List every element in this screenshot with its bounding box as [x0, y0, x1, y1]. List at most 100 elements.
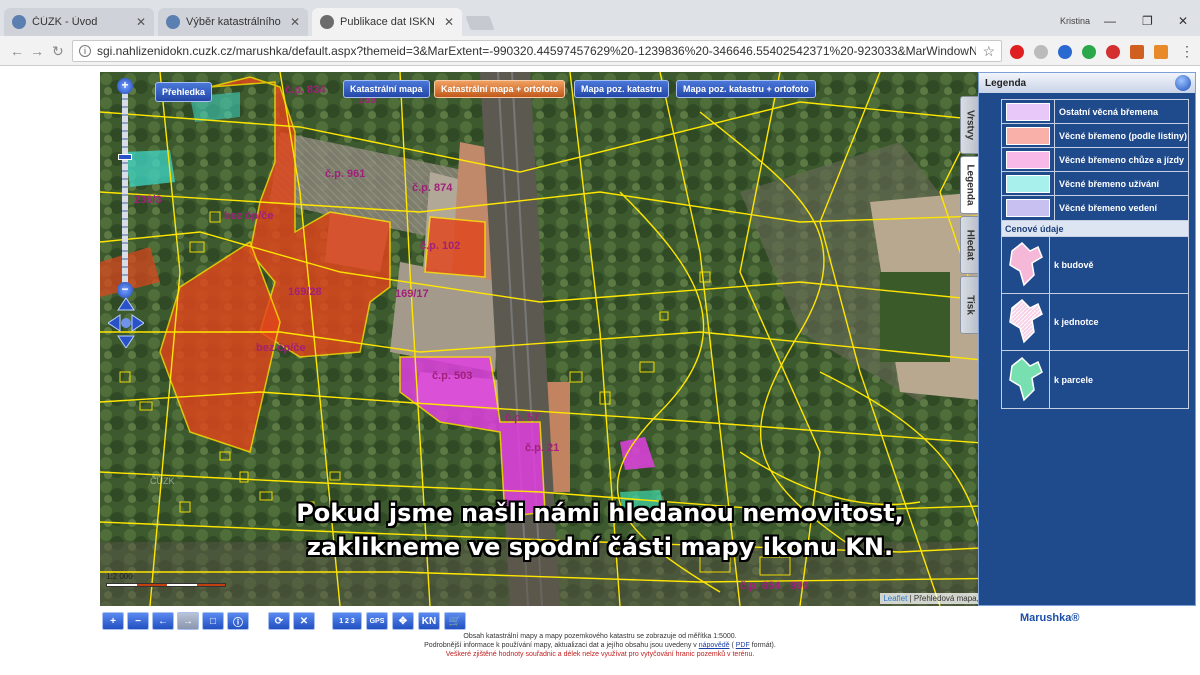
- close-tab-icon[interactable]: ✕: [444, 15, 454, 29]
- map-label: 169/28: [288, 286, 322, 298]
- close-window-icon[interactable]: ✕: [1178, 14, 1188, 28]
- scale-bar: 1:2 000: [106, 572, 226, 587]
- minimize-icon[interactable]: —: [1104, 14, 1116, 28]
- extension-icon[interactable]: [1034, 45, 1048, 59]
- map-watermark: ČÚZK: [150, 476, 175, 486]
- info-button[interactable]: ⓘ: [227, 612, 249, 630]
- panel-globe-icon[interactable]: [1175, 75, 1191, 91]
- leaflet-link[interactable]: Leaflet: [883, 594, 907, 603]
- layer-button-cadastral-ortho[interactable]: Katastrální mapa + ortofoto: [434, 80, 566, 98]
- footer-text: formát).: [751, 642, 776, 649]
- tab-print[interactable]: Tisk: [960, 276, 980, 334]
- help-link[interactable]: nápovědě: [699, 642, 730, 649]
- layer-button-cadastral-map[interactable]: Katastrální mapa: [343, 80, 430, 98]
- legend-swatch: [1006, 174, 1050, 193]
- tab-title: Výběr katastrálního úzer: [186, 16, 284, 28]
- price-section-title: Cenové údaje: [1001, 221, 1189, 237]
- layer-button-land-cadastre-ortho[interactable]: Mapa poz. katastru + ortofoto: [676, 80, 816, 98]
- zoom-handle[interactable]: [118, 154, 132, 160]
- menu-icon[interactable]: ⋮: [1180, 43, 1194, 60]
- tab-title: Publikace dat ISKN - 2s: [340, 16, 438, 28]
- unit-price-icon: [1002, 294, 1050, 350]
- grammarly-extension-icon[interactable]: [1082, 45, 1096, 59]
- legend-item: Věcné břemeno chůze a jízdy: [1002, 148, 1188, 172]
- play-extension-icon[interactable]: [1058, 45, 1072, 59]
- kn-button[interactable]: KN: [418, 612, 440, 630]
- footer-line-1: Obsah katastrální mapy a mapy pozemkovéh…: [463, 633, 737, 640]
- legend-swatch: [1006, 126, 1050, 145]
- price-item: k jednotce: [1002, 294, 1188, 351]
- bookmark-star-icon[interactable]: ☆: [982, 43, 1001, 60]
- maximize-icon[interactable]: ❐: [1142, 14, 1153, 28]
- tab-search[interactable]: Hledat: [960, 216, 980, 274]
- map-label: č.p. 102: [420, 240, 461, 252]
- zoom-in-button[interactable]: +: [102, 612, 124, 630]
- opera-extension-icon[interactable]: [1010, 45, 1024, 59]
- map-label: bez čp/če: [256, 342, 306, 354]
- subtitle-line-2: zaklikneme ve spodní části mapy ikonu KN…: [306, 533, 894, 561]
- new-tab-button[interactable]: [465, 16, 495, 30]
- gps-button[interactable]: GPS: [366, 612, 388, 630]
- price-item-label: k jednotce: [1054, 317, 1099, 327]
- pan-arrows-icon[interactable]: [108, 298, 144, 348]
- scale-bar-graphic: [106, 583, 226, 587]
- overview-button[interactable]: Přehledka: [155, 82, 213, 102]
- zoom-rectangle-button[interactable]: □: [202, 612, 224, 630]
- subtitle-line-1: Pokud jsme našli námi hledanou nemovitos…: [296, 499, 904, 527]
- map-label: 236/3: [134, 194, 162, 206]
- close-tab-icon[interactable]: ✕: [290, 15, 300, 29]
- video-extension-icon[interactable]: [1106, 45, 1120, 59]
- s-extension-icon[interactable]: [1130, 45, 1144, 59]
- globe-favicon-icon: [320, 15, 334, 29]
- map-label: 990: [790, 580, 809, 592]
- cuzk-favicon-icon: [12, 15, 26, 29]
- pdf-link[interactable]: PDF: [736, 642, 750, 649]
- price-item-label: k parcele: [1054, 374, 1094, 385]
- browser-tab-3[interactable]: Publikace dat ISKN - 2s ✕: [312, 8, 462, 36]
- map-label: č.p. 834: [285, 84, 326, 96]
- zoom-in-icon[interactable]: +: [117, 78, 133, 94]
- locate-button[interactable]: ✥: [392, 612, 414, 630]
- back-icon[interactable]: ←: [10, 43, 24, 59]
- clear-button[interactable]: ✕: [293, 612, 315, 630]
- address-bar[interactable]: i sgi.nahlizenidokn.cuzk.cz/marushka/def…: [72, 40, 1002, 62]
- zoom-out-icon[interactable]: −: [117, 282, 133, 298]
- map-label: č.p. 503: [432, 370, 473, 382]
- legend-item-label: Ostatní věcná břemena: [1054, 100, 1188, 123]
- footer-line-2: Podrobnější informace k používání mapy, …: [380, 641, 820, 650]
- legend-item: Věcné břemeno (podle listiny): [1002, 124, 1188, 148]
- next-extent-button[interactable]: →: [177, 612, 199, 630]
- tab-layers[interactable]: Vrstvy: [960, 96, 980, 154]
- price-item: k parcele: [1002, 351, 1188, 408]
- profile-name[interactable]: Kristina: [1060, 16, 1090, 26]
- cuzk-favicon-icon: [166, 15, 180, 29]
- zoom-out-button[interactable]: −: [127, 612, 149, 630]
- layer-button-land-cadastre[interactable]: Mapa poz. katastru: [574, 80, 670, 98]
- previous-extent-button[interactable]: ←: [152, 612, 174, 630]
- footer-text: (: [731, 642, 734, 649]
- building-price-icon: [1002, 237, 1050, 293]
- map-label: bez čp/če: [224, 210, 274, 222]
- legend-swatch: [1006, 102, 1050, 121]
- mail-extension-icon[interactable]: [1154, 45, 1168, 59]
- refresh-button[interactable]: ⟳: [268, 612, 290, 630]
- browser-tab-1[interactable]: ČÚZK - Úvod ✕: [4, 8, 154, 36]
- tab-label: Vrstvy: [964, 109, 976, 141]
- video-subtitle: Pokud jsme našli námi hledanou nemovitos…: [0, 496, 1200, 564]
- forward-icon[interactable]: →: [30, 43, 44, 59]
- cart-button[interactable]: 🛒: [444, 612, 466, 630]
- zoom-slider[interactable]: + −: [116, 78, 134, 298]
- legend-item-label: Věcné břemeno užívání: [1054, 172, 1188, 195]
- browser-tab-2[interactable]: Výběr katastrálního úzer ✕: [158, 8, 308, 36]
- close-tab-icon[interactable]: ✕: [136, 15, 146, 29]
- marushka-logo: Marushka®: [1020, 612, 1080, 624]
- measure-button[interactable]: 1 2 3: [332, 612, 362, 630]
- legend-item: Věcné břemeno užívání: [1002, 172, 1188, 196]
- parcel-price-icon: [1002, 351, 1050, 408]
- zoom-track[interactable]: [122, 92, 128, 288]
- reload-icon[interactable]: ↻: [52, 43, 64, 60]
- browser-toolbar: ← → ↻ i sgi.nahlizenidokn.cuzk.cz/marush…: [0, 36, 1200, 66]
- tab-legend[interactable]: Legenda: [960, 156, 980, 214]
- info-icon[interactable]: i: [79, 45, 91, 57]
- scale-label: 1:2 000: [106, 572, 133, 581]
